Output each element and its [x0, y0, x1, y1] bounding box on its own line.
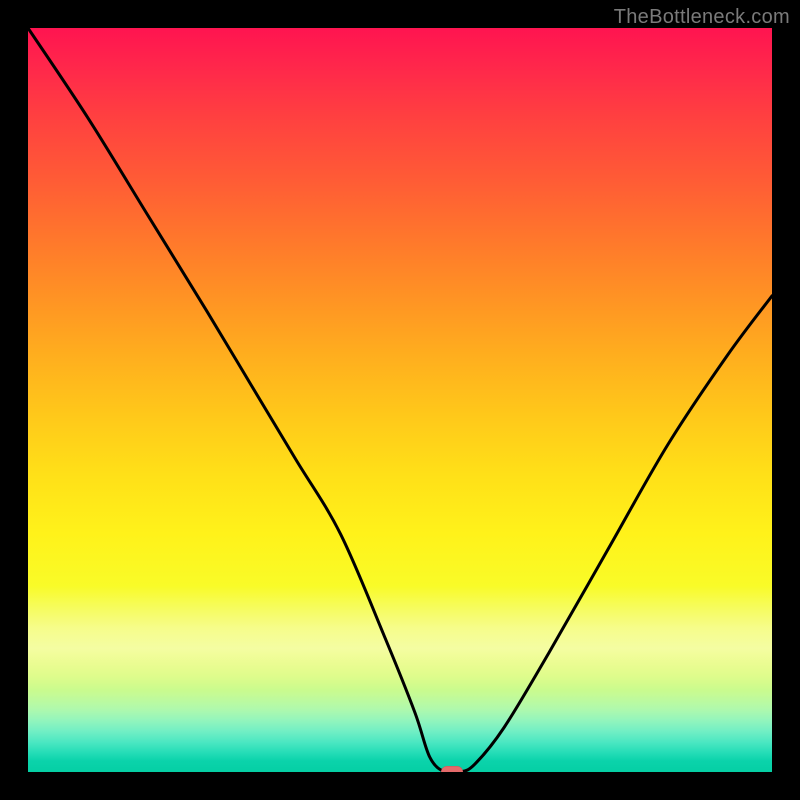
min-point-marker: [441, 766, 463, 772]
watermark-text: TheBottleneck.com: [614, 6, 790, 29]
chart-frame: TheBottleneck.com: [0, 0, 800, 800]
bottleneck-curve: [28, 28, 772, 772]
plot-area: [28, 28, 772, 772]
